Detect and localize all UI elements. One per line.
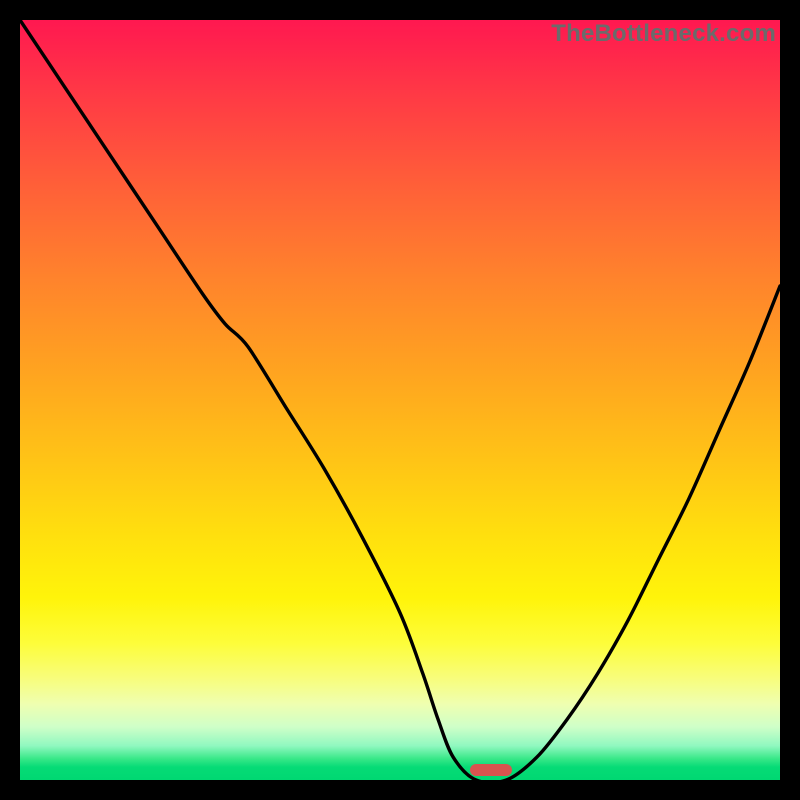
optimal-marker <box>470 764 512 776</box>
plot-area: TheBottleneck.com <box>20 20 780 780</box>
chart-frame: TheBottleneck.com <box>0 0 800 800</box>
bottleneck-curve <box>20 20 780 780</box>
